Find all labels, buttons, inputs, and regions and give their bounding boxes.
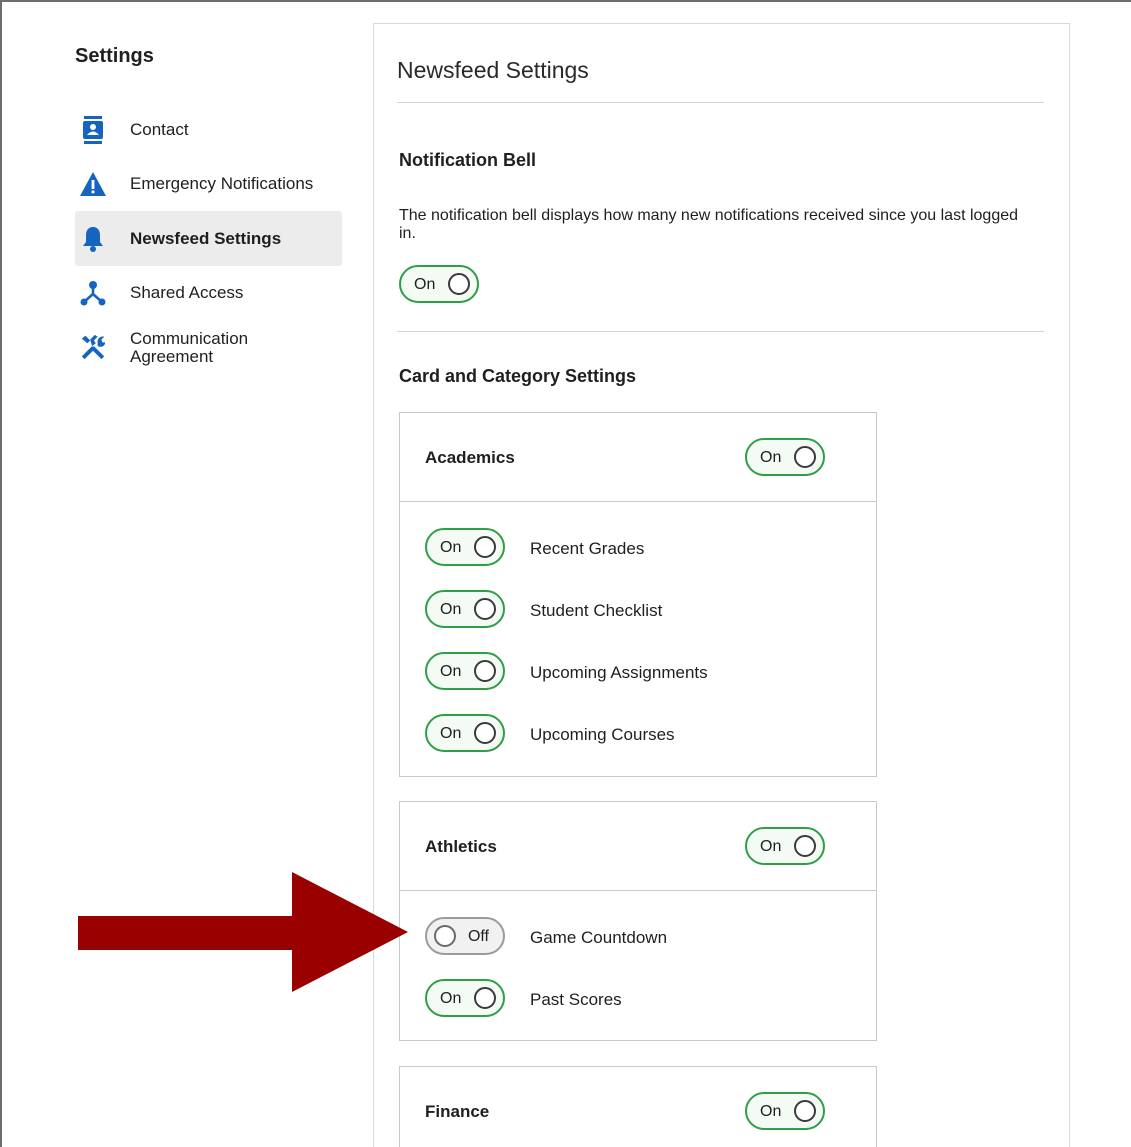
- student-checklist-toggle[interactable]: On: [425, 590, 505, 628]
- category-header: Academics On: [400, 413, 876, 502]
- item-label: Recent Grades: [530, 539, 645, 558]
- category-card-athletics: Athletics On Off Game Countdown On Past …: [399, 801, 877, 1041]
- toggle-label: Off: [467, 928, 489, 945]
- sidebar-item-emergency-notifications[interactable]: Emergency Notifications: [75, 168, 342, 200]
- card-category-title: Card and Category Settings: [399, 366, 637, 386]
- category-name: Academics: [425, 448, 515, 467]
- item-label: Past Scores: [530, 990, 622, 1009]
- notification-bell-description: The notification bell displays how many …: [399, 207, 1019, 242]
- warning-icon: [79, 170, 107, 198]
- category-header: Athletics On: [400, 802, 876, 891]
- divider: [397, 331, 1044, 332]
- category-item-upcoming-courses: On Upcoming Courses: [400, 702, 876, 764]
- toggle-knob: [434, 925, 456, 947]
- sidebar-item-label: Emergency Notifications: [130, 174, 314, 193]
- upcoming-assignments-toggle[interactable]: On: [425, 652, 505, 690]
- share-icon: [79, 279, 107, 307]
- category-card-academics: Academics On On Recent Grades On Student…: [399, 412, 877, 777]
- sidebar-title: Settings: [75, 45, 154, 67]
- toggle-label: On: [440, 990, 462, 1007]
- athletics-toggle[interactable]: On: [745, 827, 825, 865]
- red-arrow-icon: [78, 872, 408, 992]
- toggle-knob: [474, 987, 496, 1009]
- toggle-knob: [474, 660, 496, 682]
- toggle-label: On: [414, 276, 436, 293]
- item-label: Game Countdown: [530, 928, 668, 947]
- category-items: Off Game Countdown On Past Scores: [400, 891, 876, 1029]
- divider: [397, 102, 1044, 103]
- toggle-knob: [474, 598, 496, 620]
- contact-card-icon: [79, 116, 107, 144]
- item-label: Upcoming Courses: [530, 725, 675, 744]
- sidebar-item-label-line-1: Communication: [130, 329, 249, 348]
- toggle-knob: [794, 446, 816, 468]
- finance-toggle[interactable]: On: [745, 1092, 825, 1130]
- item-label: Upcoming Assignments: [530, 663, 708, 682]
- category-item-student-checklist: On Student Checklist: [400, 578, 876, 640]
- category-item-past-scores: On Past Scores: [400, 967, 876, 1029]
- academics-toggle[interactable]: On: [745, 438, 825, 476]
- toggle-label: On: [440, 663, 462, 680]
- sidebar-item-communication-agreement[interactable]: Communication Agreement: [75, 330, 342, 368]
- toggle-label: On: [760, 449, 782, 466]
- notification-bell-toggle[interactable]: On: [399, 265, 479, 303]
- toggle-label: On: [760, 838, 782, 855]
- newsfeed-settings-panel: Newsfeed Settings Notification Bell The …: [373, 23, 1070, 1147]
- category-header: Finance On: [400, 1067, 876, 1147]
- tools-icon: [79, 333, 107, 361]
- sidebar-item-label: Newsfeed Settings: [130, 228, 282, 248]
- toggle-label: On: [440, 539, 462, 556]
- category-name: Athletics: [425, 837, 497, 856]
- sidebar-item-contact[interactable]: Contact: [75, 114, 342, 146]
- bell-icon: [79, 225, 107, 253]
- toggle-knob: [474, 722, 496, 744]
- toggle-knob: [474, 536, 496, 558]
- upcoming-courses-toggle[interactable]: On: [425, 714, 505, 752]
- notification-bell-title: Notification Bell: [399, 150, 537, 170]
- toggle-knob: [794, 835, 816, 857]
- category-name: Finance: [425, 1102, 490, 1121]
- category-item-upcoming-assignments: On Upcoming Assignments: [400, 640, 876, 702]
- toggle-knob: [448, 273, 470, 295]
- item-label: Student Checklist: [530, 601, 663, 620]
- recent-grades-toggle[interactable]: On: [425, 528, 505, 566]
- sidebar-item-label: Shared Access: [130, 283, 244, 302]
- sidebar-item-newsfeed-settings[interactable]: Newsfeed Settings: [75, 211, 342, 266]
- game-countdown-toggle[interactable]: Off: [425, 917, 505, 955]
- category-item-game-countdown: Off Game Countdown: [400, 905, 876, 967]
- toggle-knob: [794, 1100, 816, 1122]
- category-item-recent-grades: On Recent Grades: [400, 516, 876, 578]
- sidebar-item-shared-access[interactable]: Shared Access: [75, 277, 342, 309]
- category-card-finance: Finance On: [399, 1066, 877, 1147]
- sidebar-item-label-line-2: Agreement: [130, 347, 214, 366]
- past-scores-toggle[interactable]: On: [425, 979, 505, 1017]
- toggle-label: On: [760, 1103, 782, 1120]
- page-title: Newsfeed Settings: [397, 57, 589, 83]
- category-items: On Recent Grades On Student Checklist On…: [400, 502, 876, 764]
- sidebar-item-label: Contact: [130, 120, 189, 139]
- sidebar-item-label: Communication Agreement: [130, 330, 248, 366]
- toggle-label: On: [440, 601, 462, 618]
- toggle-label: On: [440, 725, 462, 742]
